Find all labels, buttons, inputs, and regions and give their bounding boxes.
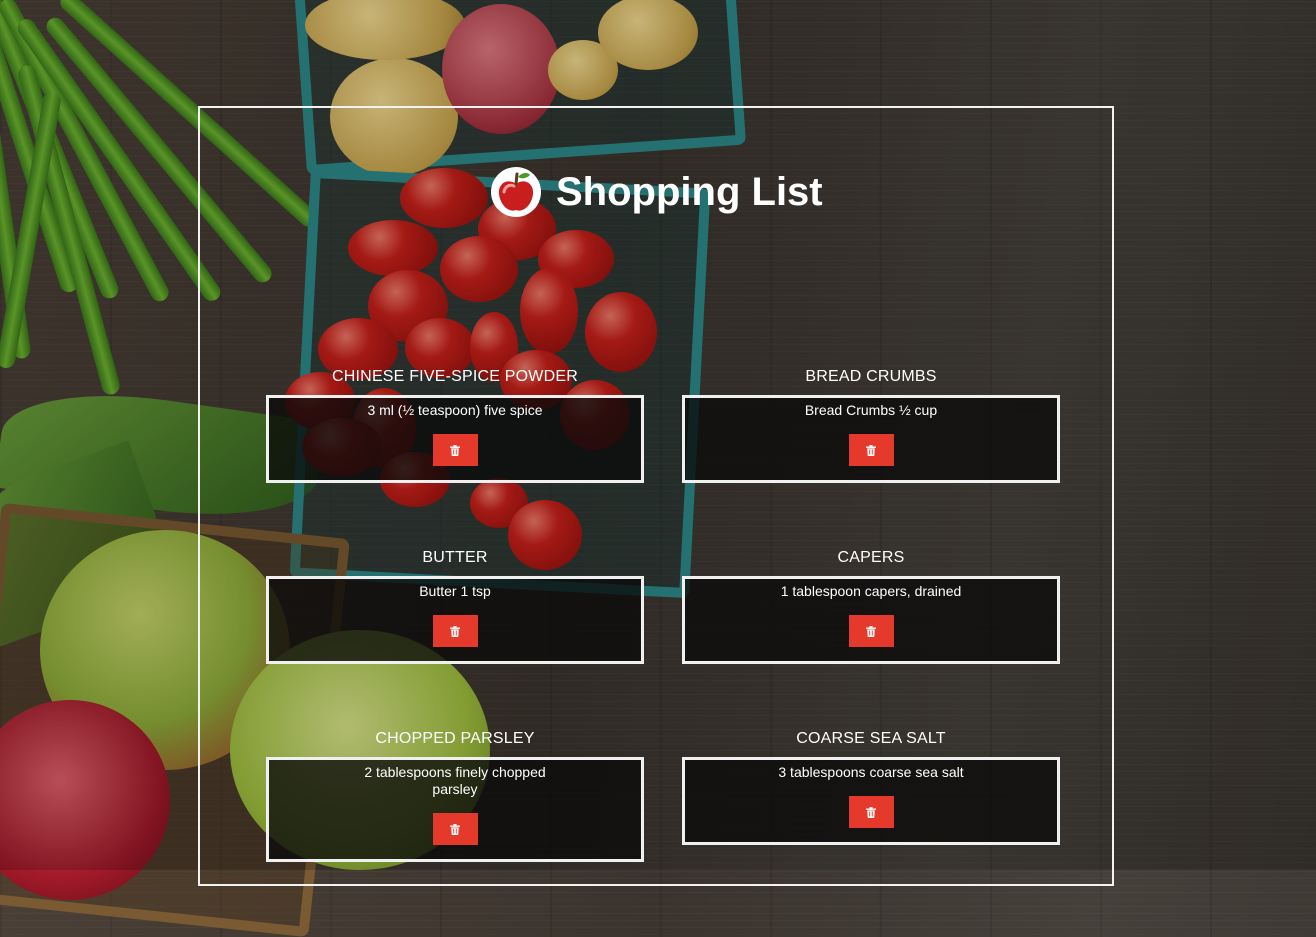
item-card: 3 ml (½ teaspoon) five spice <box>266 395 644 483</box>
item-name: BUTTER <box>422 549 488 566</box>
trash-icon <box>450 823 460 835</box>
item-detail: Butter 1 tsp <box>419 583 491 599</box>
trash-icon <box>450 444 460 456</box>
item-detail: 3 tablespoons coarse sea salt <box>778 764 964 780</box>
item-card: 1 tablespoon capers, drained <box>682 576 1060 664</box>
trash-icon <box>866 444 876 456</box>
item-card: Butter 1 tsp <box>266 576 644 664</box>
trash-icon <box>866 625 876 637</box>
item-card: 3 tablespoons coarse sea salt <box>682 757 1060 845</box>
item-card: Bread Crumbs ½ cup <box>682 395 1060 483</box>
item-detail: 1 tablespoon capers, drained <box>780 583 962 599</box>
item-detail: 2 tablespoons finely chopped parsley <box>364 764 546 797</box>
delete-button[interactable] <box>848 434 894 466</box>
item-name: CAPERS <box>837 549 905 566</box>
item-name: COARSE SEA SALT <box>796 730 946 747</box>
item-detail: 3 ml (½ teaspoon) five spice <box>367 402 543 418</box>
apple-icon <box>491 167 541 217</box>
trash-icon <box>866 806 876 818</box>
item-detail: Bread Crumbs ½ cup <box>804 402 938 418</box>
delete-button[interactable] <box>848 615 894 647</box>
trash-icon <box>450 625 460 637</box>
item-name: CHOPPED PARSLEY <box>375 730 535 747</box>
item-name: BREAD CRUMBS <box>805 368 937 385</box>
delete-button[interactable] <box>432 615 478 647</box>
delete-button[interactable] <box>432 813 478 845</box>
item-card: 2 tablespoons finely chopped parsley <box>266 757 644 862</box>
delete-button[interactable] <box>848 796 894 828</box>
page-header: Shopping List <box>490 156 823 228</box>
item-name: CHINESE FIVE-SPICE POWDER <box>332 368 578 385</box>
delete-button[interactable] <box>432 434 478 466</box>
page-title: Shopping List <box>556 169 823 214</box>
